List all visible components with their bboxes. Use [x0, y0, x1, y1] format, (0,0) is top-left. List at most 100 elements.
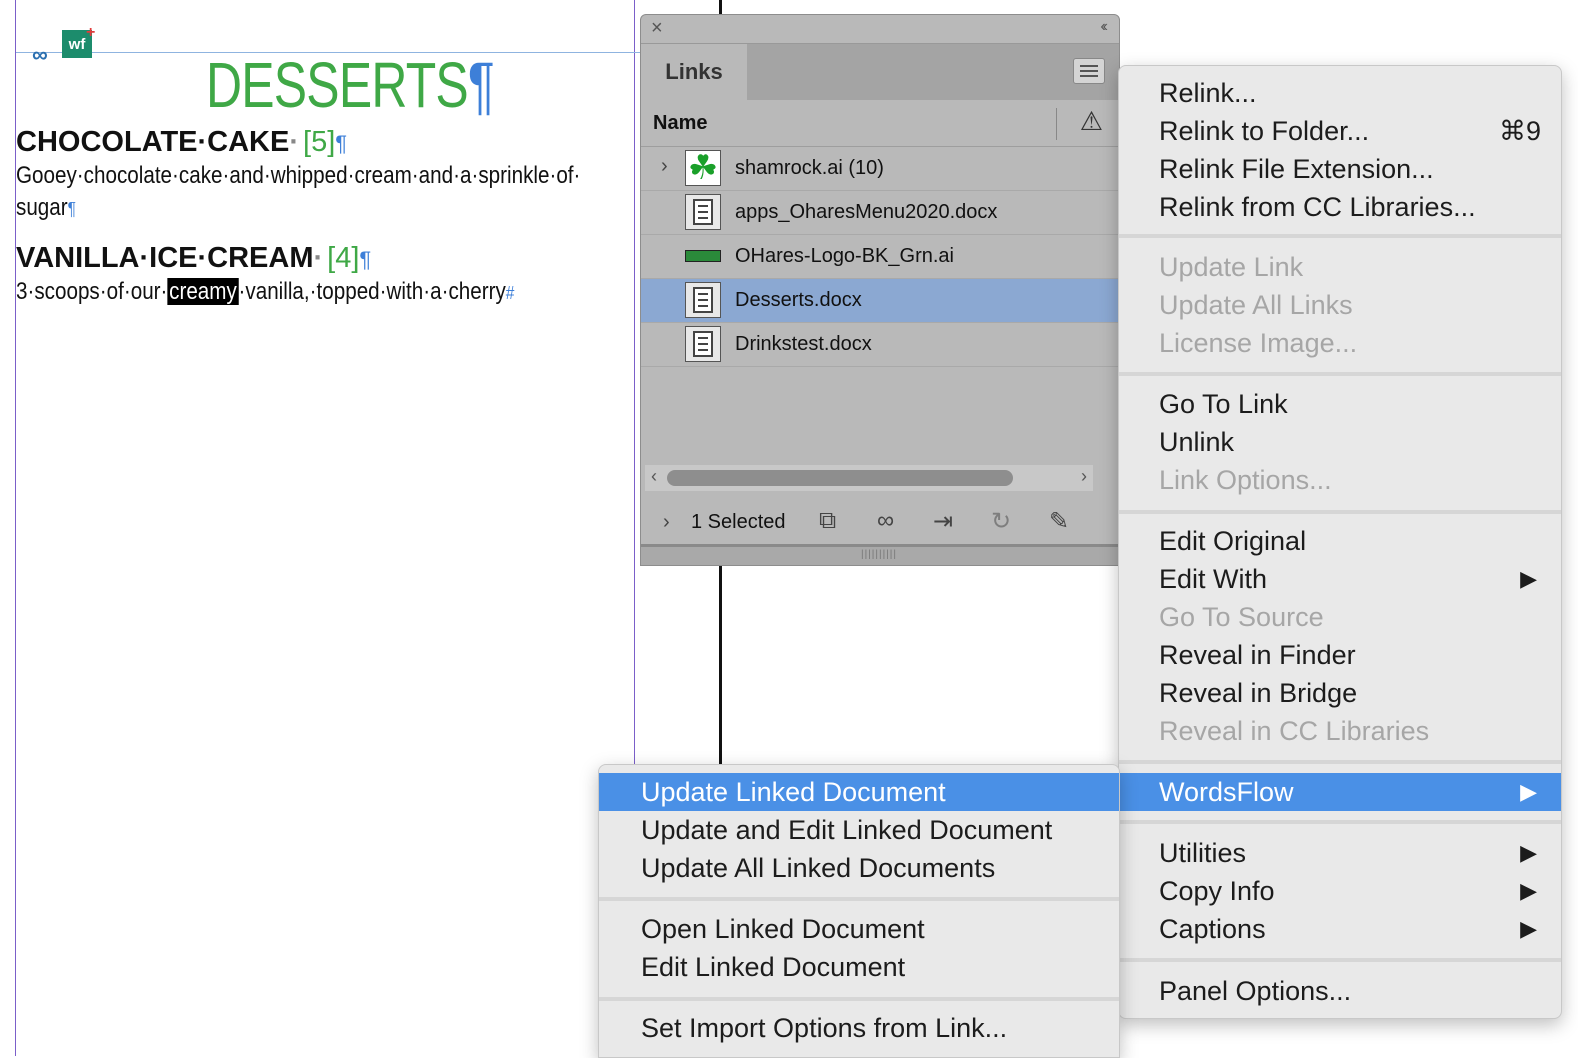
goto-link-icon[interactable]: ⇥: [933, 507, 953, 536]
expand-chevron-icon[interactable]: ›: [661, 155, 668, 178]
menu-item-edit-with[interactable]: Edit With ▶: [1119, 560, 1561, 598]
edit-original-icon[interactable]: ✎: [1049, 507, 1069, 536]
document-icon: [685, 326, 721, 362]
menu-item-relink-file-extension[interactable]: Relink File Extension...: [1119, 150, 1561, 188]
menu-item-description[interactable]: 3·scoops·of·our·creamy·vanilla,·topped·w…: [16, 278, 514, 306]
menu-item-captions[interactable]: Captions ▶: [1119, 910, 1561, 948]
pilcrow-mark: ¶: [335, 131, 348, 156]
description-line: Gooey·chocolate·cake·and·whipped·cream·a…: [16, 162, 581, 189]
links-panel: × ‹‹ Links Name ⚠ › ☘ shamrock.ai (10) a…: [640, 14, 1120, 566]
links-column-header: Name ⚠: [641, 100, 1119, 147]
description-text: ·vanilla,·topped·with·a·cherry: [238, 278, 506, 305]
description-text: 3·scoops·of·our·: [16, 278, 168, 305]
menu-separator: [599, 997, 1119, 1001]
pilcrow-mark: ¶: [67, 199, 76, 219]
item-count: [4]: [327, 242, 360, 274]
submenu-arrow-icon: ▶: [1520, 840, 1537, 865]
chain-link-icon: ∞: [32, 42, 48, 67]
horizontal-scrollbar[interactable]: ‹ ›: [645, 465, 1093, 491]
link-row-desserts[interactable]: Desserts.docx: [641, 279, 1119, 323]
menu-item-link-options: Link Options...: [1159, 465, 1332, 495]
shamrock-thumbnail-icon: ☘: [685, 150, 721, 186]
scroll-right-icon[interactable]: ›: [1081, 466, 1087, 487]
menu-item-relink[interactable]: Relink...: [1119, 74, 1561, 112]
link-name: Desserts.docx: [735, 289, 862, 311]
menu-item-description[interactable]: Gooey·chocolate·cake·and·whipped·cream·a…: [16, 162, 580, 190]
links-list: › ☘ shamrock.ai (10) apps_OharesMenu2020…: [641, 147, 1119, 367]
link-row-apps-menu[interactable]: apps_OharesMenu2020.docx: [641, 191, 1119, 235]
menu-item-description-cont[interactable]: sugar¶: [16, 194, 76, 222]
menu-item-update-all-linked-documents[interactable]: Update All Linked Documents: [599, 849, 1119, 887]
menu-item-update-all-links: Update All Links: [1159, 290, 1353, 320]
tab-links[interactable]: Links: [641, 44, 747, 100]
menu-item-heading[interactable]: CHOCOLATE·CAKE· [5]¶: [16, 126, 347, 159]
anchor-marker: ·: [313, 242, 324, 274]
selection-status: 1 Selected: [691, 511, 786, 533]
menu-separator: [1119, 760, 1561, 764]
menu-item-panel-options[interactable]: Panel Options...: [1119, 972, 1561, 1010]
column-name-header[interactable]: Name: [653, 112, 707, 135]
menu-item-set-import-options[interactable]: Set Import Options from Link...: [599, 1009, 1119, 1047]
link-row-drinks[interactable]: Drinkstest.docx: [641, 323, 1119, 367]
menu-item-open-linked-document[interactable]: Open Linked Document: [599, 910, 1119, 948]
collapse-panel-icon[interactable]: ‹‹: [1100, 18, 1107, 36]
menu-separator: [1119, 958, 1561, 962]
relink-from-cc-icon[interactable]: ⧉: [819, 507, 836, 535]
menu-item-reveal-in-finder[interactable]: Reveal in Finder: [1119, 636, 1561, 674]
menu-item-edit-original[interactable]: Edit Original: [1119, 522, 1561, 560]
menu-item-relink-from-cc[interactable]: Relink from CC Libraries...: [1119, 188, 1561, 226]
relink-icon[interactable]: ∞: [877, 507, 894, 535]
panel-titlebar[interactable]: × ‹‹: [641, 15, 1119, 43]
pilcrow-mark: ¶: [359, 247, 372, 272]
document-title[interactable]: DESSERTS¶: [206, 48, 495, 122]
menu-item-utilities[interactable]: Utilities ▶: [1119, 834, 1561, 872]
menu-item-edit-linked-document[interactable]: Edit Linked Document: [599, 948, 1119, 986]
link-row-logo[interactable]: OHares-Logo-BK_Grn.ai: [641, 235, 1119, 279]
link-row-shamrock[interactable]: › ☘ shamrock.ai (10): [641, 147, 1119, 191]
scroll-left-icon[interactable]: ‹: [651, 466, 657, 487]
menu-item-heading[interactable]: VANILLA·ICE·CREAM· [4]¶: [16, 242, 371, 275]
document-icon: [685, 282, 721, 318]
panel-resize-grip[interactable]: ||||||||||: [641, 544, 1119, 565]
menu-separator: [1119, 820, 1561, 824]
column-divider[interactable]: [1056, 108, 1057, 140]
submenu-arrow-icon: ▶: [1520, 916, 1537, 941]
menu-separator: [1119, 372, 1561, 376]
link-name: apps_OharesMenu2020.docx: [735, 201, 998, 223]
document-icon: [685, 194, 721, 230]
link-name: shamrock.ai (10): [735, 157, 884, 179]
links-panel-menu: Relink... Relink to Folder... ⌘9 Relink F…: [1118, 65, 1562, 1019]
menu-item-go-to-source: Go To Source: [1159, 602, 1324, 632]
submenu-arrow-icon: ▶: [1520, 779, 1537, 804]
shortcut-label: ⌘9: [1498, 116, 1541, 146]
item-count: [5]: [303, 126, 336, 158]
menu-item-go-to-link[interactable]: Go To Link: [1119, 385, 1561, 423]
link-name: OHares-Logo-BK_Grn.ai: [735, 245, 954, 267]
anchor-marker: ·: [289, 126, 300, 158]
panel-tab-bar: Links: [641, 43, 1119, 100]
menu-item-reveal-in-cc-libraries: Reveal in CC Libraries: [1159, 716, 1430, 746]
menu-item-license-image: License Image...: [1159, 328, 1358, 358]
link-name: Drinkstest.docx: [735, 333, 872, 355]
logo-thumbnail-icon: [685, 249, 721, 263]
menu-item-copy-info[interactable]: Copy Info ▶: [1119, 872, 1561, 910]
wordsflow-link-badge[interactable]: ∞ wf +: [30, 24, 100, 67]
menu-item-reveal-in-bridge[interactable]: Reveal in Bridge: [1119, 674, 1561, 712]
warning-icon[interactable]: ⚠: [1080, 106, 1103, 137]
plus-icon: +: [86, 24, 96, 41]
menu-item-unlink[interactable]: Unlink: [1119, 423, 1561, 461]
update-link-icon[interactable]: ↻: [991, 507, 1011, 536]
menu-separator: [1119, 234, 1561, 238]
close-icon[interactable]: ×: [651, 17, 663, 40]
link-info-chevron-icon[interactable]: ›: [663, 511, 670, 534]
panel-menu-button[interactable]: [1073, 58, 1105, 84]
menu-item-update-linked-document[interactable]: Update Linked Document: [599, 773, 1119, 811]
description-line: sugar: [16, 194, 68, 221]
selected-text[interactable]: creamy: [167, 278, 239, 305]
scrollbar-thumb[interactable]: [667, 470, 1013, 486]
menu-separator: [1119, 510, 1561, 514]
item-name: VANILLA·ICE·CREAM: [16, 242, 314, 274]
menu-item-wordsflow[interactable]: WordsFlow ▶: [1119, 773, 1561, 811]
menu-item-relink-to-folder[interactable]: Relink to Folder... ⌘9: [1119, 112, 1561, 150]
menu-item-update-and-edit-linked-document[interactable]: Update and Edit Linked Document: [599, 811, 1119, 849]
